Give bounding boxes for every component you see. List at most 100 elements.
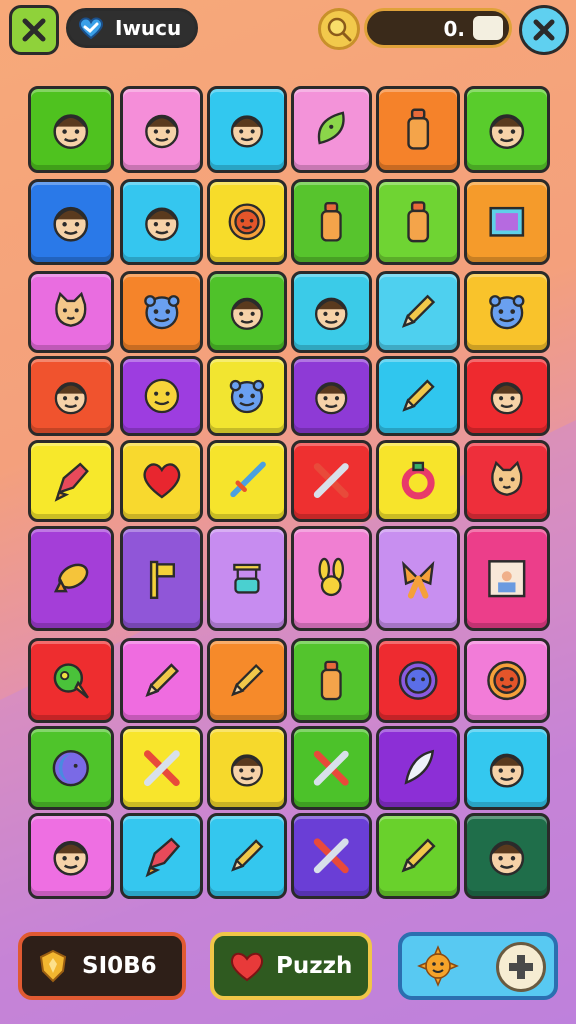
- tile-r6-c5[interactable]: [376, 526, 460, 631]
- close-icon: [22, 18, 46, 42]
- tile-r8-c1[interactable]: [28, 726, 114, 810]
- tile-r9-c4[interactable]: [291, 813, 372, 899]
- rocket-icon: [123, 816, 200, 896]
- plus-button[interactable]: [496, 942, 546, 992]
- tile-r2-c1[interactable]: [28, 179, 114, 265]
- add-button[interactable]: [398, 932, 558, 1000]
- bird-icon: [31, 641, 111, 720]
- tile-r6-c3[interactable]: [207, 526, 287, 631]
- puzzle-button[interactable]: Puzzh: [210, 932, 372, 1000]
- coins-button[interactable]: SI0B6: [18, 932, 186, 1000]
- crossed-tools-icon: [294, 443, 369, 519]
- tile-r9-c5[interactable]: [376, 813, 460, 899]
- feather-icon: [379, 729, 457, 807]
- face-icon: [467, 89, 547, 170]
- flag-icon: [123, 529, 200, 628]
- tile-r6-c6[interactable]: [464, 526, 550, 631]
- close-button-right[interactable]: [519, 5, 569, 55]
- tile-r5-c3[interactable]: [207, 440, 287, 522]
- top-bar: Iwucu 0.: [0, 0, 576, 60]
- tile-r2-c3[interactable]: [207, 179, 287, 265]
- close-button-left[interactable]: [9, 5, 59, 55]
- tile-r7-c2[interactable]: [120, 638, 203, 723]
- cat-icon: [467, 443, 547, 519]
- frame-icon: [467, 182, 547, 262]
- face-icon: [210, 274, 284, 350]
- tile-r7-c4[interactable]: [291, 638, 372, 723]
- tile-r7-c1[interactable]: [28, 638, 114, 723]
- machine-icon: [210, 529, 284, 628]
- tile-r1-c6[interactable]: [464, 86, 550, 173]
- tile-r6-c4[interactable]: [291, 526, 372, 631]
- tile-r3-c2[interactable]: [120, 271, 203, 353]
- pencil-icon: [210, 816, 284, 896]
- face-icon: [123, 182, 200, 262]
- tile-r9-c1[interactable]: [28, 813, 114, 899]
- tile-r8-c2[interactable]: [120, 726, 203, 810]
- puzzle-label: Puzzh: [276, 953, 353, 979]
- monster-icon: [210, 359, 284, 433]
- tile-r3-c1[interactable]: [28, 271, 114, 353]
- tile-r3-c5[interactable]: [376, 271, 460, 353]
- tile-r9-c6[interactable]: [464, 813, 550, 899]
- tile-r3-c4[interactable]: [291, 271, 372, 353]
- monster-icon: [467, 274, 547, 350]
- tile-r2-c4[interactable]: [291, 179, 372, 265]
- tile-r1-c4[interactable]: [291, 86, 372, 173]
- tile-r9-c3[interactable]: [207, 813, 287, 899]
- coin-search-icon[interactable]: [318, 8, 360, 50]
- rocket-icon: [31, 443, 111, 519]
- tile-r5-c1[interactable]: [28, 440, 114, 522]
- pencil-icon: [379, 359, 457, 433]
- tile-r3-c3[interactable]: [207, 271, 287, 353]
- face-icon: [31, 359, 111, 433]
- tile-r5-c2[interactable]: [120, 440, 203, 522]
- tile-r8-c5[interactable]: [376, 726, 460, 810]
- heart-icon: [123, 443, 200, 519]
- face-icon: [31, 182, 111, 262]
- tile-r4-c1[interactable]: [28, 356, 114, 436]
- tile-r1-c2[interactable]: [120, 86, 203, 173]
- tile-r8-c3[interactable]: [207, 726, 287, 810]
- tile-r8-c6[interactable]: [464, 726, 550, 810]
- score-pill: 0.: [364, 8, 512, 48]
- tile-r7-c5[interactable]: [376, 638, 460, 723]
- tile-r2-c6[interactable]: [464, 179, 550, 265]
- fish-icon: [31, 529, 111, 628]
- tile-r6-c2[interactable]: [120, 526, 203, 631]
- tile-r7-c3[interactable]: [207, 638, 287, 723]
- face-icon: [294, 359, 369, 433]
- score-value: 0.: [443, 17, 465, 41]
- bunny-icon: [294, 529, 369, 628]
- tile-r6-c1[interactable]: [28, 526, 114, 631]
- tile-r4-c5[interactable]: [376, 356, 460, 436]
- tile-r9-c2[interactable]: [120, 813, 203, 899]
- tile-r2-c2[interactable]: [120, 179, 203, 265]
- tile-r8-c4[interactable]: [291, 726, 372, 810]
- face-icon: [210, 89, 284, 170]
- tile-r4-c4[interactable]: [291, 356, 372, 436]
- tile-r4-c2[interactable]: [120, 356, 203, 436]
- score-bar: [473, 16, 503, 40]
- tile-r4-c6[interactable]: [464, 356, 550, 436]
- bottle-icon: [294, 641, 369, 720]
- tile-r5-c5[interactable]: [376, 440, 460, 522]
- tile-r1-c5[interactable]: [376, 86, 460, 173]
- bottle-icon: [379, 89, 457, 170]
- cat-icon: [31, 274, 111, 350]
- tile-r1-c1[interactable]: [28, 86, 114, 173]
- tile-r5-c4[interactable]: [291, 440, 372, 522]
- tile-r7-c6[interactable]: [464, 638, 550, 723]
- pencil-icon: [210, 641, 284, 720]
- tile-r2-c5[interactable]: [376, 179, 460, 265]
- crossed-tools-icon: [123, 729, 200, 807]
- tile-r1-c3[interactable]: [207, 86, 287, 173]
- game-title: Iwucu: [115, 16, 182, 40]
- tile-r5-c6[interactable]: [464, 440, 550, 522]
- smiley-icon: [123, 359, 200, 433]
- flower-face-icon: [379, 641, 457, 720]
- face-icon: [467, 729, 547, 807]
- tile-r3-c6[interactable]: [464, 271, 550, 353]
- shield-coin-icon: [39, 949, 67, 983]
- tile-r4-c3[interactable]: [207, 356, 287, 436]
